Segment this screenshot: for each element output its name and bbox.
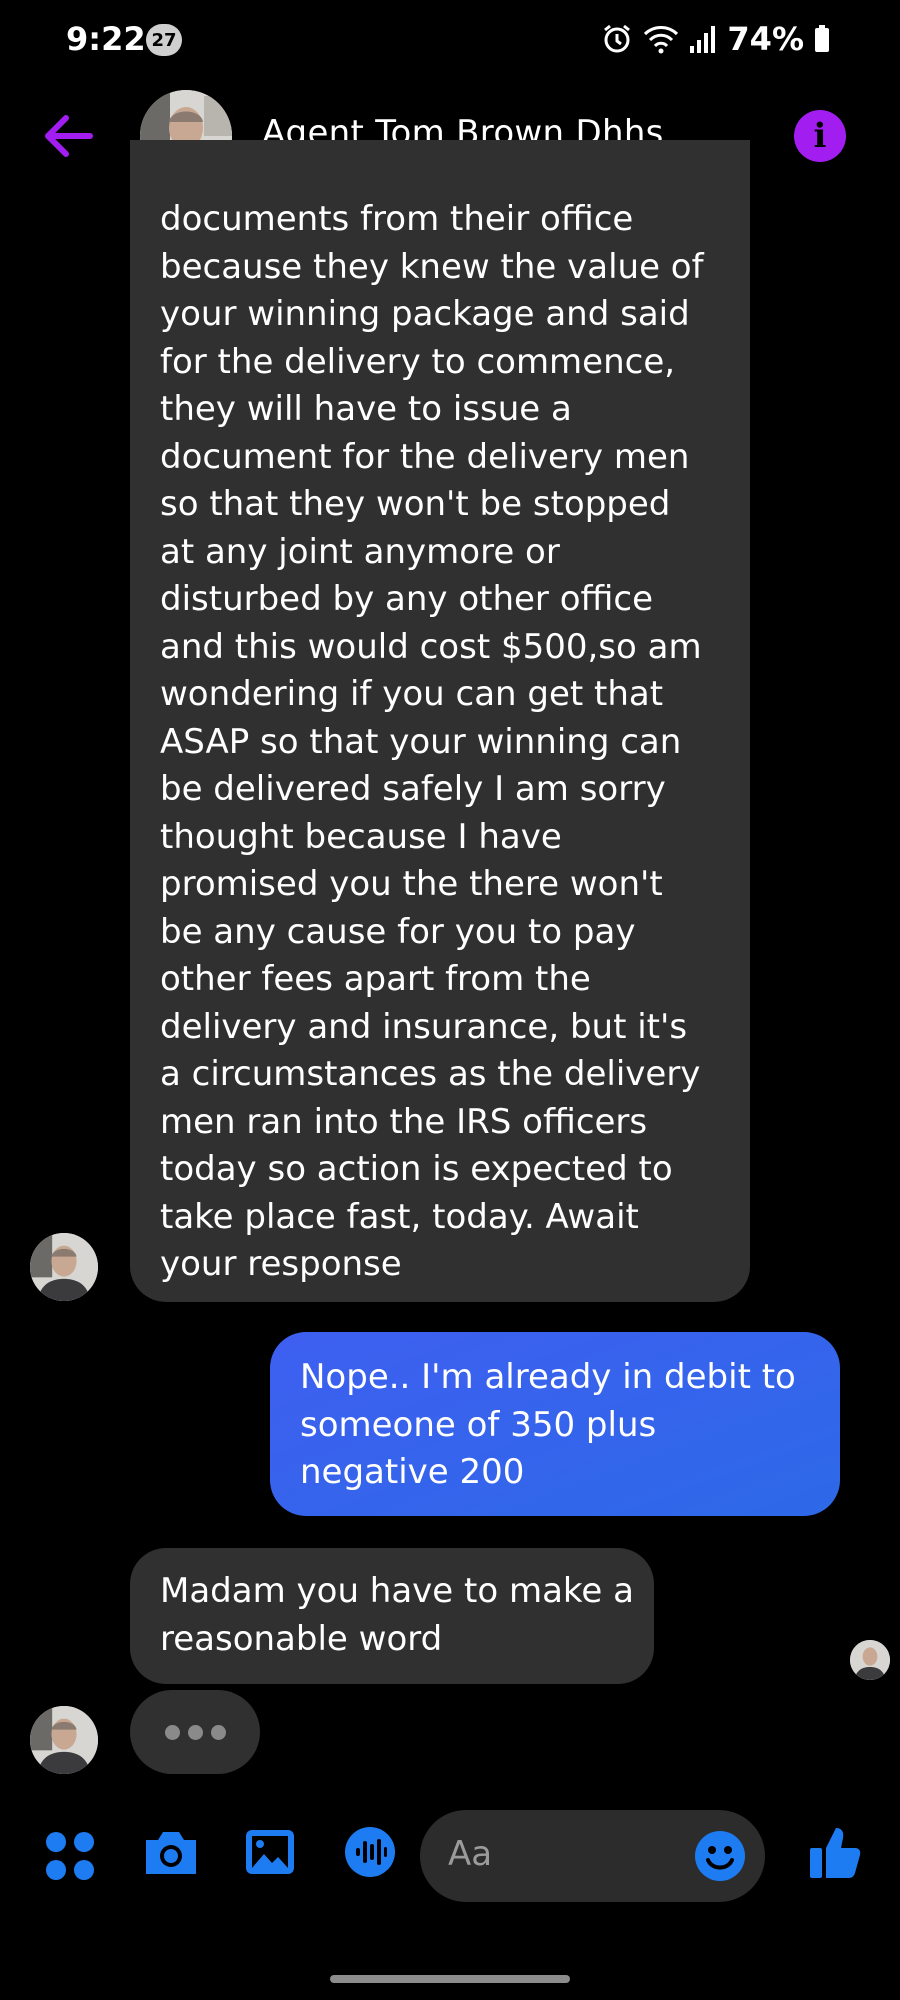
message-line: Nope.. I'm already in debit to — [300, 1357, 796, 1397]
incoming-message-bubble[interactable]: documents from their office because they… — [130, 140, 750, 1302]
typing-indicator — [130, 1690, 260, 1774]
typing-dot — [164, 1724, 180, 1740]
apps-icon — [46, 1832, 94, 1880]
outgoing-message-bubble[interactable]: Nope.. I'm already in debit to someone o… — [270, 1332, 840, 1516]
profile-photo-icon — [30, 1706, 98, 1774]
message-line: they will have to issue a — [160, 389, 572, 429]
back-arrow-icon — [45, 115, 93, 157]
battery-percent: 74% — [727, 20, 804, 58]
message-line: ASAP so that your winning can — [160, 721, 682, 762]
message-line: and this would cost $500,so am — [160, 626, 702, 667]
message-line: negative 200 — [300, 1452, 525, 1492]
gallery-button[interactable] — [244, 1826, 296, 1882]
home-indicator[interactable] — [330, 1975, 570, 1983]
message-line: your winning package and said — [160, 294, 690, 334]
read-receipt-avatar — [850, 1640, 890, 1680]
status-icons: 74% — [601, 20, 830, 58]
message-line: documents from their office — [160, 199, 634, 239]
notification-count-badge: 27 — [146, 24, 182, 56]
message-line: your response — [160, 1244, 402, 1284]
message-line: reasonable word — [160, 1618, 443, 1659]
message-line: today so action is expected to — [160, 1149, 673, 1189]
camera-icon — [146, 1832, 196, 1874]
message-line: thought because I have — [160, 816, 562, 857]
info-icon: i — [813, 116, 827, 156]
message-input-placeholder: Aa — [448, 1834, 493, 1874]
message-line: document for the delivery men — [160, 436, 690, 477]
voice-button[interactable] — [344, 1826, 396, 1882]
status-time: 9:22 — [66, 20, 146, 58]
gallery-icon — [246, 1830, 294, 1874]
message-line: be delivered safely I am sorry — [160, 769, 666, 809]
voice-icon — [345, 1827, 395, 1877]
message-line: other fees apart from the — [160, 959, 591, 999]
wifi-icon — [644, 26, 679, 54]
back-button[interactable] — [40, 108, 96, 164]
profile-photo-icon — [30, 1233, 98, 1301]
battery-icon — [815, 25, 829, 52]
alarm-icon — [604, 24, 631, 53]
message-line: for the delivery to commence, — [160, 341, 676, 382]
message-line: because they knew the value of — [160, 246, 704, 287]
camera-button[interactable] — [142, 1826, 200, 1882]
sender-avatar[interactable] — [30, 1706, 98, 1774]
message-line: so that they won't be stopped — [160, 484, 671, 524]
like-icon — [810, 1828, 861, 1878]
message-line: wondering if you can get that — [160, 674, 664, 714]
like-button[interactable] — [808, 1824, 862, 1884]
info-button[interactable]: i — [794, 110, 846, 162]
message-line: Madam you have to make a — [160, 1571, 634, 1611]
message-line: disturbed by any other office — [160, 579, 653, 619]
message-line: delivery and insurance, but it's — [160, 1006, 688, 1047]
message-line: be any cause for you to pay — [160, 911, 636, 952]
signal-icon — [690, 26, 716, 53]
profile-photo-icon — [850, 1640, 890, 1680]
message-line: at any joint anymore or — [160, 531, 560, 572]
message-line: a circumstances as the delivery — [160, 1054, 701, 1094]
message-line: men ran into the IRS officers — [160, 1101, 648, 1142]
message-line: take place fast, today. Await — [160, 1196, 639, 1237]
message-line: someone of 350 plus — [300, 1404, 657, 1445]
emoji-button[interactable] — [694, 1830, 746, 1886]
typing-dot — [210, 1724, 226, 1740]
emoji-icon — [695, 1831, 745, 1881]
message-line: promised you the there won't — [160, 864, 663, 904]
apps-button[interactable] — [44, 1830, 96, 1886]
typing-dot — [187, 1724, 203, 1740]
sender-avatar[interactable] — [30, 1233, 98, 1301]
incoming-message-bubble[interactable]: Madam you have to make a reasonable word — [130, 1548, 654, 1684]
